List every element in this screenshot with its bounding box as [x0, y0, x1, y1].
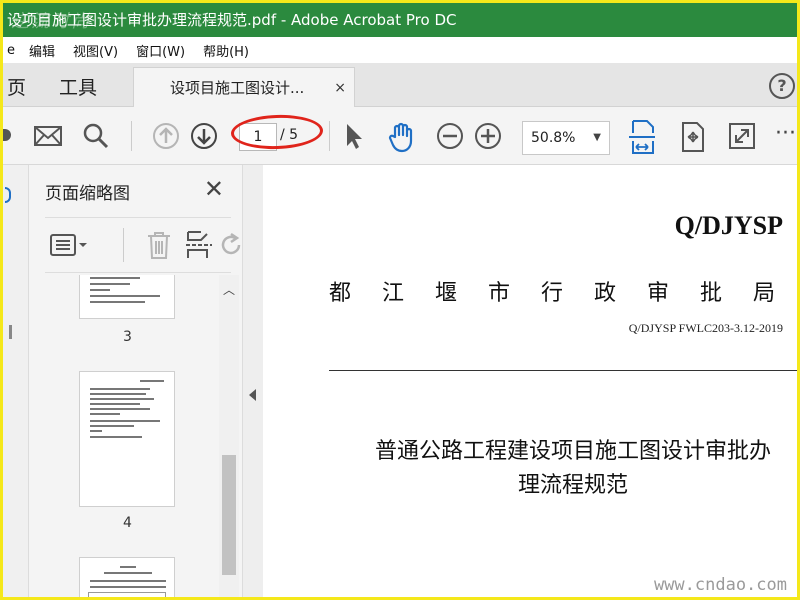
- thumb-text-line: [90, 289, 110, 291]
- site-watermark: www.cndao.com: [653, 575, 787, 595]
- thumb-text-line: [90, 277, 140, 279]
- document-view[interactable]: Q/DJYSP 都 江 堰 市 行 政 审 批 局 标 准 Q/DJYSP FW…: [263, 165, 797, 597]
- title-bar: 设项目施工图设计审批办理流程规范.pdf - Adobe Acrobat Pro…: [3, 3, 797, 37]
- thumb-text-line: [90, 388, 150, 390]
- next-page-icon[interactable]: [189, 121, 219, 151]
- tab-home[interactable]: 页: [7, 73, 26, 100]
- thumb-text-line: [90, 430, 102, 432]
- thumb-text-line: [120, 566, 136, 568]
- tab-tools[interactable]: 工具: [59, 73, 97, 100]
- toolbar: 1 / 5 50.8% ▼ ···: [3, 107, 797, 165]
- thumb-text-line: [90, 295, 160, 297]
- thumb-text-line: [90, 425, 134, 427]
- select-cursor-icon[interactable]: [339, 121, 367, 151]
- thumbnails-panel: 页面缩略图 ✕ 3 4 ︿: [29, 165, 243, 597]
- document-title-line-1: 普通公路工程建设项目施工图设计审批办: [374, 439, 771, 464]
- thumbnail-page-3[interactable]: [79, 275, 175, 319]
- highlight-annotation-oval: [230, 113, 324, 151]
- thumb-text-line: [90, 413, 120, 415]
- thumb-text-line: [90, 436, 142, 438]
- chevron-down-icon: ▼: [593, 132, 601, 143]
- mail-icon[interactable]: [33, 121, 63, 151]
- page-thumbnails-nav-icon[interactable]: [5, 187, 11, 203]
- thumbnails-scrollbar[interactable]: ︿: [219, 275, 239, 597]
- menu-item-window[interactable]: 窗口(W): [136, 41, 185, 60]
- panel-collapse-strip[interactable]: [243, 165, 263, 597]
- menu-item-file[interactable]: e: [7, 43, 15, 58]
- toolbar-divider: [131, 121, 132, 151]
- rotate-fit-page-icon[interactable]: [679, 121, 707, 153]
- full-screen-icon[interactable]: [727, 121, 757, 151]
- thumb-text-line: [90, 586, 166, 588]
- insert-page-icon[interactable]: [185, 230, 213, 260]
- toolbar-divider: [329, 121, 330, 151]
- menu-bar: e 编辑 视图(V) 窗口(W) 帮助(H): [3, 37, 797, 63]
- thumb-text-line: [90, 398, 154, 400]
- thumb-text-line: [140, 380, 164, 382]
- zoom-value: 50.8%: [531, 130, 576, 146]
- thumb-text-line: [90, 393, 146, 395]
- document-title: 普通公路工程建设项目施工图设计审批办 理流程规范: [343, 435, 797, 503]
- delete-icon[interactable]: [145, 230, 173, 260]
- help-icon[interactable]: ?: [769, 73, 795, 99]
- panel-divider: [123, 228, 124, 262]
- document-title-line-2: 理流程规范: [517, 473, 628, 498]
- close-tab-icon[interactable]: ×: [334, 68, 346, 108]
- rotate-page-icon[interactable]: [217, 230, 245, 260]
- thumb-text-line: [90, 408, 150, 410]
- thumb-text-line: [90, 403, 140, 405]
- thumb-text-line: [90, 283, 130, 285]
- zoom-out-icon[interactable]: [435, 121, 465, 151]
- tab-document[interactable]: 设项目施工图设计... ×: [133, 67, 355, 108]
- thumb-text-line: [90, 420, 160, 422]
- thumb-text-line: [104, 572, 152, 574]
- thumb-table: [88, 592, 166, 597]
- zoom-select[interactable]: 50.8% ▼: [522, 121, 610, 155]
- document-number: Q/DJYSP FWLC203-3.12-2019: [628, 321, 783, 335]
- scroll-up-icon[interactable]: ︿: [223, 281, 235, 298]
- thumbnail-options-icon[interactable]: [49, 232, 89, 258]
- close-panel-icon[interactable]: ✕: [204, 175, 224, 203]
- thumbnail-page-4[interactable]: [79, 371, 175, 507]
- side-nav-handle-icon[interactable]: [9, 325, 12, 339]
- thumbnail-page-number: 4: [123, 515, 132, 531]
- zoom-in-icon[interactable]: [473, 121, 503, 151]
- menu-item-view[interactable]: 视图(V): [73, 41, 118, 60]
- scrollbar-thumb[interactable]: [222, 455, 236, 575]
- overlay-watermark: 逆流时尚: [11, 11, 91, 32]
- document-divider: [329, 370, 797, 371]
- partial-tool-icon[interactable]: [3, 129, 11, 141]
- thumb-text-line: [90, 301, 145, 303]
- thumb-text-line: [90, 580, 166, 582]
- prev-page-icon[interactable]: [151, 121, 181, 151]
- panel-toolbar: [45, 217, 241, 273]
- thumbnail-page-number: 3: [123, 329, 132, 345]
- fit-width-icon[interactable]: [627, 119, 657, 155]
- document-standard-code: Q/DJYSP: [674, 211, 783, 240]
- tab-document-label: 设项目施工图设计...: [170, 79, 305, 97]
- document-bureau-heading: 都 江 堰 市 行 政 审 批 局 标 准: [329, 281, 797, 306]
- menu-item-edit[interactable]: 编辑: [29, 41, 55, 60]
- more-tools-icon[interactable]: ···: [775, 121, 796, 146]
- hand-tool-icon[interactable]: [385, 121, 417, 153]
- panel-title: 页面缩略图: [45, 184, 130, 204]
- collapse-arrow-icon[interactable]: [249, 389, 256, 401]
- left-nav-strip: [3, 165, 29, 597]
- search-icon[interactable]: [81, 121, 111, 151]
- menu-item-help[interactable]: 帮助(H): [203, 41, 249, 60]
- thumbnail-page-5[interactable]: [79, 557, 175, 597]
- app-window: 设项目施工图设计审批办理流程规范.pdf - Adobe Acrobat Pro…: [0, 0, 800, 600]
- tab-bar: 页 工具 设项目施工图设计... × ?: [3, 63, 797, 108]
